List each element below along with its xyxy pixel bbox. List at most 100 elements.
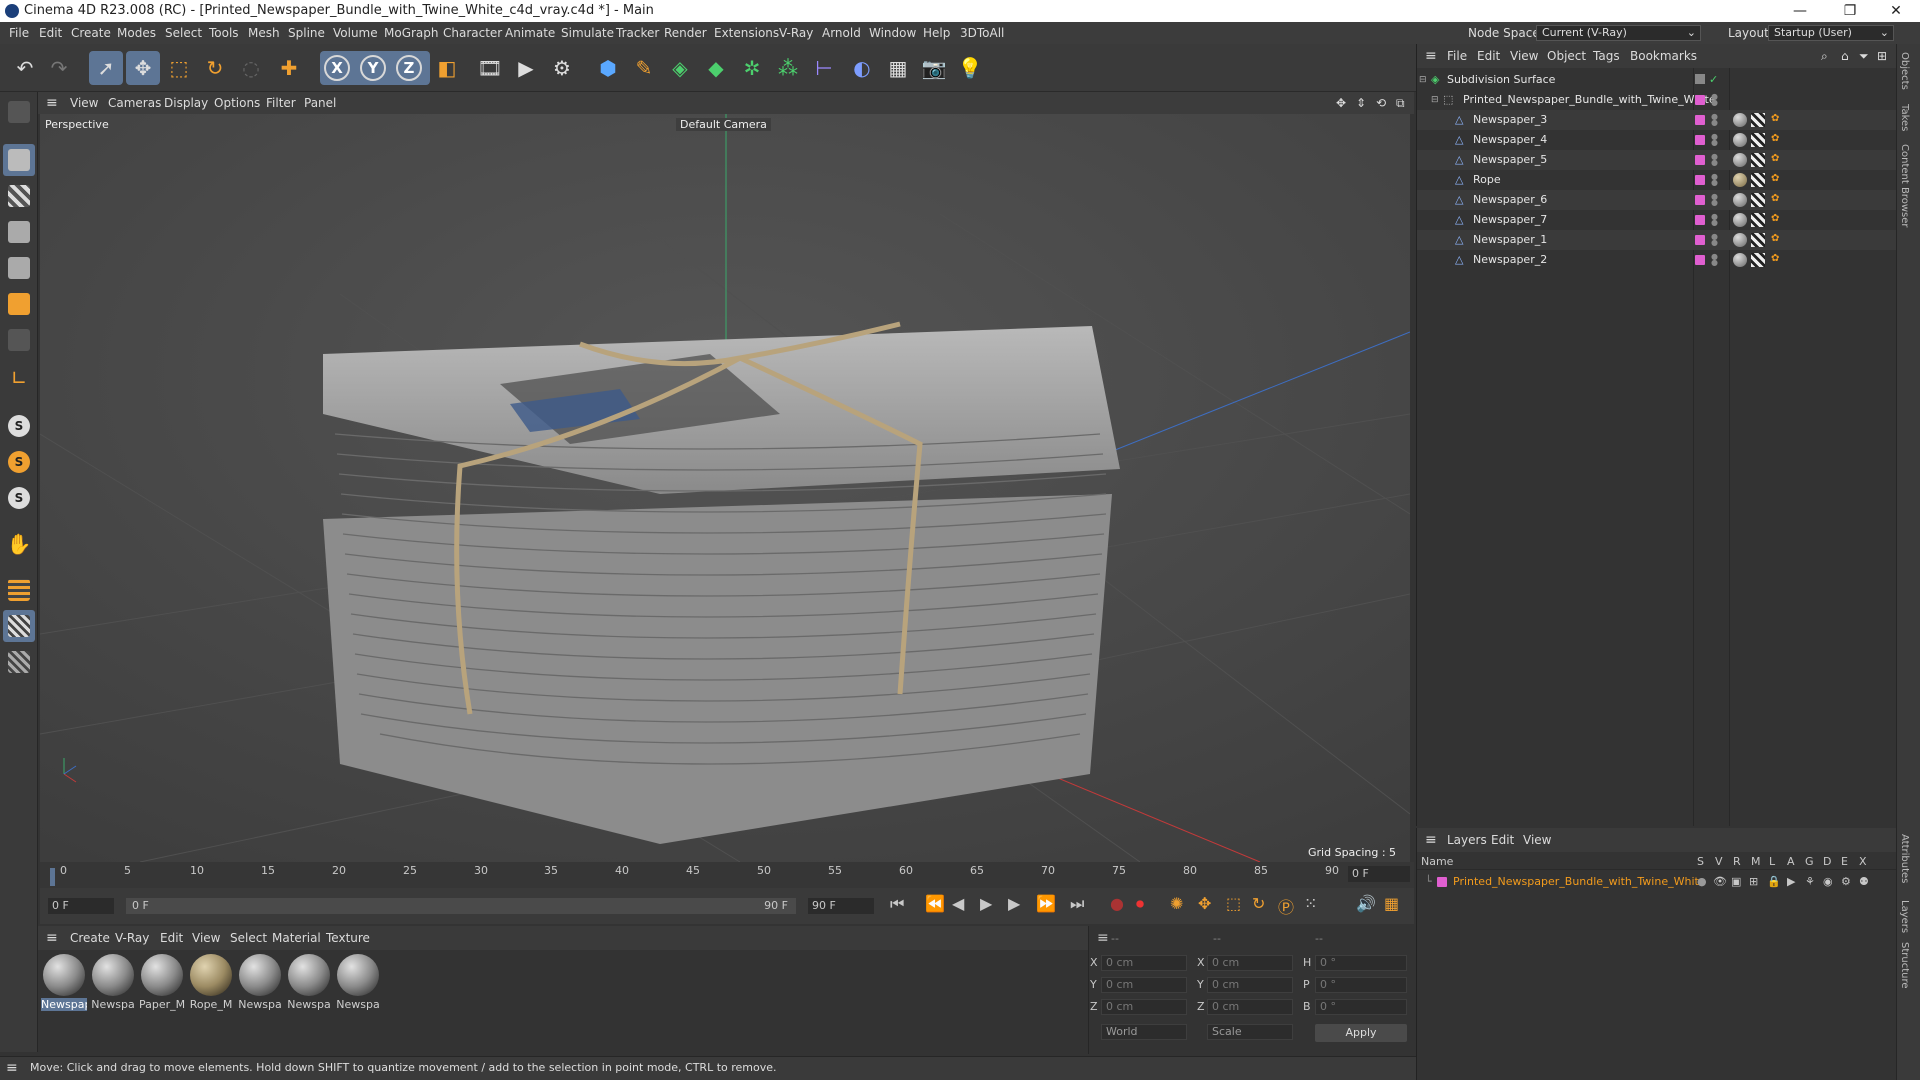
vray-tag-icon[interactable]: ✿ — [1771, 114, 1781, 124]
snap-icon[interactable]: S — [3, 410, 35, 442]
hamburger-icon[interactable]: ≡ — [1425, 44, 1437, 68]
layer-color-chip[interactable] — [1695, 195, 1705, 205]
prev-key-icon[interactable]: ⏪ — [925, 894, 945, 913]
visibility-dots-icon[interactable]: ● ● — [1711, 213, 1718, 227]
tweak-icon[interactable]: ✋ — [3, 528, 35, 560]
expressions-header[interactable]: E — [1841, 854, 1848, 870]
goto-end-icon[interactable]: ⏭ — [1070, 894, 1084, 914]
model-mode-icon[interactable] — [3, 144, 35, 176]
object-menu-bookmarks[interactable]: Bookmarks — [1630, 44, 1697, 68]
pan-view-icon[interactable]: ✥ — [1336, 92, 1346, 114]
record-off-icon[interactable]: ● — [1110, 894, 1124, 913]
menu-tracker[interactable]: Tracker — [616, 22, 659, 44]
material-tag-icon[interactable] — [1733, 173, 1747, 187]
coordinate-system-icon[interactable]: ◧ — [430, 51, 464, 85]
render-region-icon[interactable]: 🎞 — [473, 51, 507, 85]
x-axis-icon[interactable]: X — [320, 51, 354, 85]
prev-frame-icon[interactable]: ◀ — [952, 894, 964, 913]
vray-tag-icon[interactable]: ✿ — [1771, 134, 1781, 144]
rotate-tool-icon[interactable]: ↻ — [198, 51, 232, 85]
menu-render[interactable]: Render — [664, 22, 707, 44]
layer-color-chip[interactable] — [1695, 255, 1705, 265]
redo-icon[interactable]: ↷ — [42, 51, 76, 85]
object-menu-tags[interactable]: Tags — [1593, 44, 1620, 68]
workplane-icon[interactable] — [3, 574, 35, 606]
render-toggle-icon[interactable]: ▣ — [1731, 872, 1741, 892]
material-tag-icon[interactable] — [1733, 113, 1747, 127]
visibility-dots-icon[interactable]: ● ● — [1711, 233, 1718, 247]
material-swatch[interactable]: Newspa — [237, 954, 283, 1011]
render-header[interactable]: R — [1733, 854, 1741, 870]
deformers-header[interactable]: D — [1823, 854, 1831, 870]
layer-color-chip[interactable] — [1695, 175, 1705, 185]
view-toggle-icon[interactable]: 👁 — [1713, 872, 1727, 892]
texture-mode-icon[interactable] — [3, 180, 35, 212]
recent-tool-icon[interactable]: ◌ — [234, 51, 268, 85]
view-header[interactable]: V — [1715, 854, 1723, 870]
camera-label[interactable]: Default Camera — [676, 118, 771, 131]
layer-color-chip[interactable] — [1695, 95, 1705, 105]
object-menu-file[interactable]: File — [1447, 44, 1467, 68]
edge-mode-icon[interactable] — [3, 252, 35, 284]
manager-header[interactable]: M — [1751, 854, 1761, 870]
tree-row-newspaper-5[interactable]: △ Newspaper_5 ● ● ✿ — [1417, 150, 1897, 170]
tree-row-newspaper-3[interactable]: △ Newspaper_3 ● ● ✿ — [1417, 110, 1897, 130]
viewport-menu-cameras[interactable]: Cameras — [108, 92, 161, 114]
layer-color-chip[interactable] — [1695, 115, 1705, 125]
playhead[interactable] — [50, 868, 55, 886]
material-menu-select[interactable]: Select — [230, 926, 267, 950]
dolly-view-icon[interactable]: ⇕ — [1356, 92, 1366, 114]
autokey-icon[interactable]: ⏺ — [1136, 894, 1144, 914]
uvw-tag-icon[interactable] — [1751, 153, 1765, 167]
tab-objects[interactable]: Objects — [1899, 52, 1910, 90]
tree-row-newspaper-4[interactable]: △ Newspaper_4 ● ● ✿ — [1417, 130, 1897, 150]
material-menu-vray[interactable]: V-Ray — [115, 926, 149, 950]
tab-layers[interactable]: Layers — [1899, 900, 1910, 933]
menu-3dtoall[interactable]: 3DToAll — [960, 22, 1004, 44]
y-axis-icon[interactable]: Y — [356, 51, 390, 85]
key-rotation-icon[interactable]: ↻ — [1252, 894, 1265, 913]
object-menu-edit[interactable]: Edit — [1477, 44, 1500, 68]
keyframe-selection-icon[interactable]: ✺ — [1170, 894, 1183, 913]
key-scale-icon[interactable]: ⬚ — [1226, 894, 1241, 913]
key-param-icon[interactable]: Ⓟ — [1278, 894, 1294, 918]
tree-row-newspaper-7[interactable]: △ Newspaper_7 ● ● ✿ — [1417, 210, 1897, 230]
tab-takes[interactable]: Takes — [1899, 104, 1910, 131]
material-tag-icon[interactable] — [1733, 253, 1747, 267]
tree-row-newspaper-6[interactable]: △ Newspaper_6 ● ● ✿ — [1417, 190, 1897, 210]
material-menu-texture[interactable]: Texture — [326, 926, 370, 950]
xref-toggle-icon[interactable]: ⚉ — [1859, 872, 1869, 892]
deformer-toggle-icon[interactable]: ◉ — [1823, 872, 1833, 892]
frame-range-slider[interactable]: 0 F 90 F — [126, 898, 796, 914]
viewport-menu-panel[interactable]: Panel — [304, 92, 336, 114]
viewport-menu-display[interactable]: Display — [164, 92, 208, 114]
minimize-button[interactable]: — — [1780, 0, 1820, 22]
object-menu-object[interactable]: Object — [1547, 44, 1586, 68]
vray-tag-icon[interactable]: ✿ — [1771, 234, 1781, 244]
light-icon[interactable]: 💡 — [953, 51, 987, 85]
uv-mode-icon[interactable] — [3, 324, 35, 356]
grid-snap-icon[interactable] — [3, 610, 35, 642]
close-button[interactable]: ✕ — [1876, 0, 1916, 22]
object-menu-view[interactable]: View — [1510, 44, 1538, 68]
extrude-icon[interactable]: ◆ — [699, 51, 733, 85]
menu-help[interactable]: Help — [923, 22, 950, 44]
material-swatch[interactable]: Newspa — [335, 954, 381, 1011]
uvw-tag-icon[interactable] — [1751, 213, 1765, 227]
material-tag-icon[interactable] — [1733, 213, 1747, 227]
play-icon[interactable]: ▶ — [980, 894, 992, 913]
move-tool-icon[interactable]: ✥ — [126, 51, 160, 85]
axis-mode-icon[interactable]: ∟ — [3, 362, 35, 394]
menu-create[interactable]: Create — [71, 22, 111, 44]
render-settings-icon[interactable]: ⚙ — [545, 51, 579, 85]
layer-chip[interactable] — [1695, 74, 1705, 84]
menu-mesh[interactable]: Mesh — [248, 22, 280, 44]
size-x-field[interactable]: 0 cm — [1207, 955, 1293, 971]
menu-mograph[interactable]: MoGraph — [384, 22, 439, 44]
key-position-icon[interactable]: ✥ — [1198, 894, 1211, 913]
vray-tag-icon[interactable]: ✿ — [1771, 254, 1781, 264]
field-icon[interactable]: ◐ — [845, 51, 879, 85]
newspaper-bundle[interactable] — [323, 321, 1120, 844]
size-z-field[interactable]: 0 cm — [1207, 999, 1293, 1015]
floor-icon[interactable]: ▦ — [881, 51, 915, 85]
